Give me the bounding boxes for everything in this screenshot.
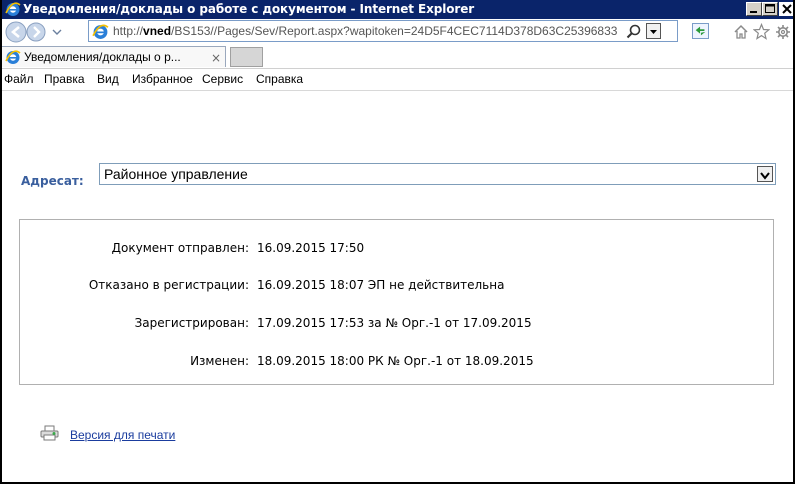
report-value-changed: 18.09.2015 18:00 РК № Орг.-1 от 18.09.20… (257, 354, 534, 368)
addressee-label: Адресат: (21, 174, 84, 188)
url-prefix: http:// (113, 24, 144, 38)
report-label-changed: Изменен: (190, 354, 249, 368)
print-icon[interactable] (40, 425, 60, 441)
report-label-sent: Документ отправлен: (111, 241, 249, 255)
search-icon[interactable] (626, 24, 641, 39)
maximize-button[interactable] (762, 2, 778, 16)
chevron-down-icon (650, 30, 657, 34)
url-path: /BS153//Pages/Sev/Report.aspx?wapitoken=… (171, 24, 618, 38)
menu-bar: Файл Правка Вид Избранное Сервис Справка (2, 68, 793, 90)
report-value-sent: 16.09.2015 17:50 (257, 241, 365, 255)
history-dropdown-icon[interactable] (52, 28, 62, 36)
addressee-dropdown-button[interactable] (757, 166, 773, 182)
menu-favorites[interactable]: Избранное (132, 72, 193, 86)
report-value-registered: 17.09.2015 17:53 за № Орг.-1 от 17.09.20… (257, 316, 532, 330)
tab-label: Уведомления/доклады о р... (24, 50, 181, 64)
minimize-icon (750, 11, 757, 13)
page-icon (92, 24, 109, 39)
minimize-button[interactable] (746, 2, 762, 16)
browser-window: Уведомления/доклады о работе с документо… (0, 0, 795, 484)
title-bar: Уведомления/доклады о работе с документо… (2, 0, 793, 19)
close-window-button[interactable] (779, 2, 793, 16)
internet-explorer-icon (5, 50, 21, 64)
addressee-selected-value: Районное управление (104, 166, 248, 182)
menu-file[interactable]: Файл (4, 72, 34, 86)
close-icon (782, 4, 792, 14)
favorites-star-icon[interactable] (753, 23, 770, 40)
menu-tools[interactable]: Сервис (202, 72, 243, 86)
internet-explorer-icon (5, 2, 21, 16)
tab-active[interactable]: Уведомления/доклады о р... × (2, 46, 226, 67)
url-host: vned (143, 24, 172, 38)
navigation-bar: http://vned/BS153//Pages/Sev/Report.aspx… (2, 19, 793, 45)
report-panel: Документ отправлен: 16.09.2015 17:50 Отк… (19, 219, 774, 385)
menu-view[interactable]: Вид (97, 72, 119, 86)
gear-icon[interactable] (775, 24, 791, 40)
print-version-link[interactable]: Версия для печати (70, 428, 175, 442)
report-value-rejected: 16.09.2015 18:07 ЭП не действительна (257, 278, 505, 292)
compatibility-view-icon[interactable] (692, 23, 709, 39)
report-label-registered: Зарегистрирован: (134, 316, 249, 330)
chevron-down-icon (760, 172, 770, 180)
maximize-icon (765, 4, 775, 13)
menu-edit[interactable]: Правка (44, 72, 85, 86)
tab-close-icon[interactable]: × (211, 51, 221, 65)
addressee-select[interactable]: Районное управление (99, 163, 776, 185)
report-label-rejected: Отказано в регистрации: (88, 278, 249, 292)
new-tab-button[interactable] (230, 47, 263, 67)
address-bar[interactable]: http://vned/BS153//Pages/Sev/Report.aspx… (88, 20, 678, 42)
address-dropdown-button[interactable] (646, 23, 661, 39)
forward-button[interactable] (25, 21, 47, 43)
address-url[interactable]: http://vned/BS153//Pages/Sev/Report.aspx… (113, 24, 617, 38)
page-content: Адресат: Районное управление Документ от… (2, 90, 793, 482)
tab-bar: Уведомления/доклады о р... × (2, 45, 793, 68)
home-icon[interactable] (733, 24, 749, 40)
window-title: Уведомления/доклады о работе с документо… (23, 2, 475, 16)
menu-help[interactable]: Справка (256, 72, 303, 86)
